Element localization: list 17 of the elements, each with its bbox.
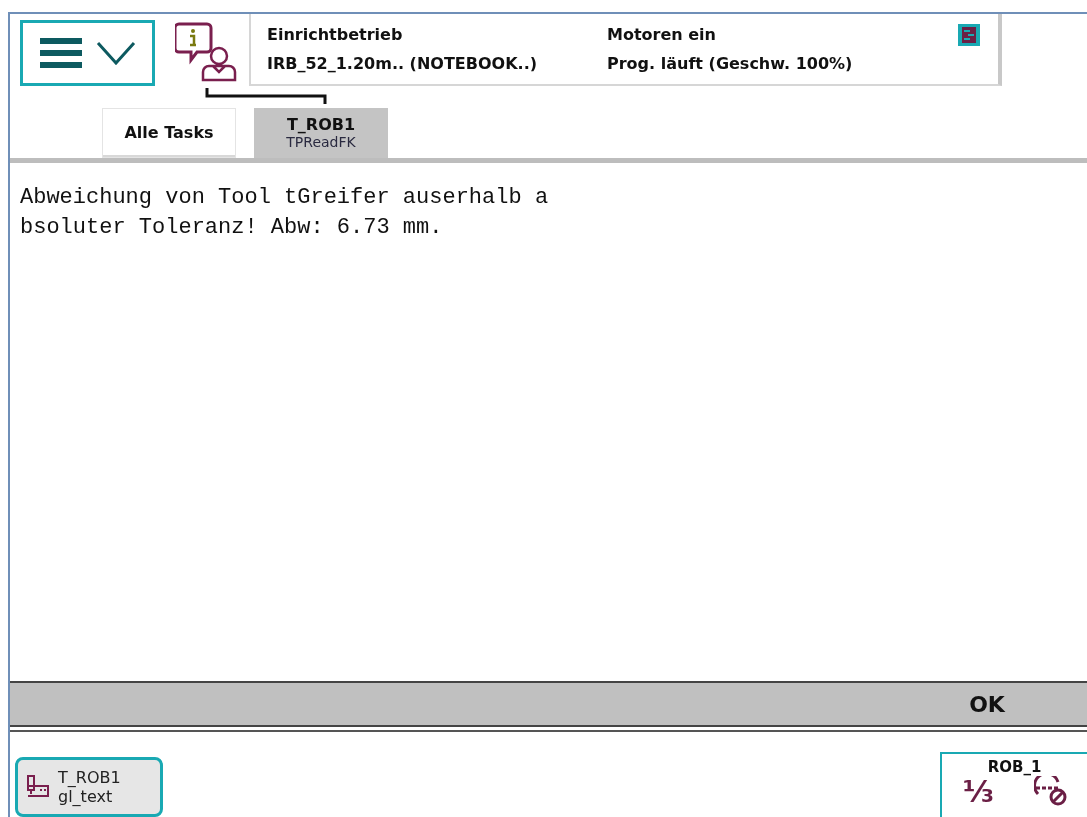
ok-button[interactable]: OK — [887, 683, 1087, 725]
program-status: Prog. läuft (Geschw. 100%) — [607, 54, 854, 73]
task-button[interactable]: T_ROB1 gl_text — [15, 757, 163, 817]
program-icon — [26, 774, 50, 800]
robot-status-button[interactable]: ROB_1 ⅓ — [940, 752, 1087, 817]
robot-status-icon — [958, 23, 980, 46]
message-text: Abweichung von Tool tGreifer auserhalb a bsoluter Toleranz! Abw: 6.73 mm. — [19, 184, 550, 242]
menu-icon — [39, 38, 82, 68]
chevron-down-icon — [95, 41, 136, 65]
task-tab[interactable]: T_ROB1 TPReadFK — [254, 108, 388, 158]
system-name: IRB_52_1.20m.. (NOTEBOOK..) — [267, 54, 539, 73]
info-user-icon — [175, 22, 239, 82]
task-tab[interactable]: Alle Tasks — [102, 108, 236, 158]
operating-mode: Einrichtbetrieb — [267, 25, 404, 44]
disabled-axis-icon — [1033, 776, 1068, 806]
motor-status: Motoren ein — [607, 25, 717, 44]
menu-button[interactable] — [20, 20, 155, 86]
